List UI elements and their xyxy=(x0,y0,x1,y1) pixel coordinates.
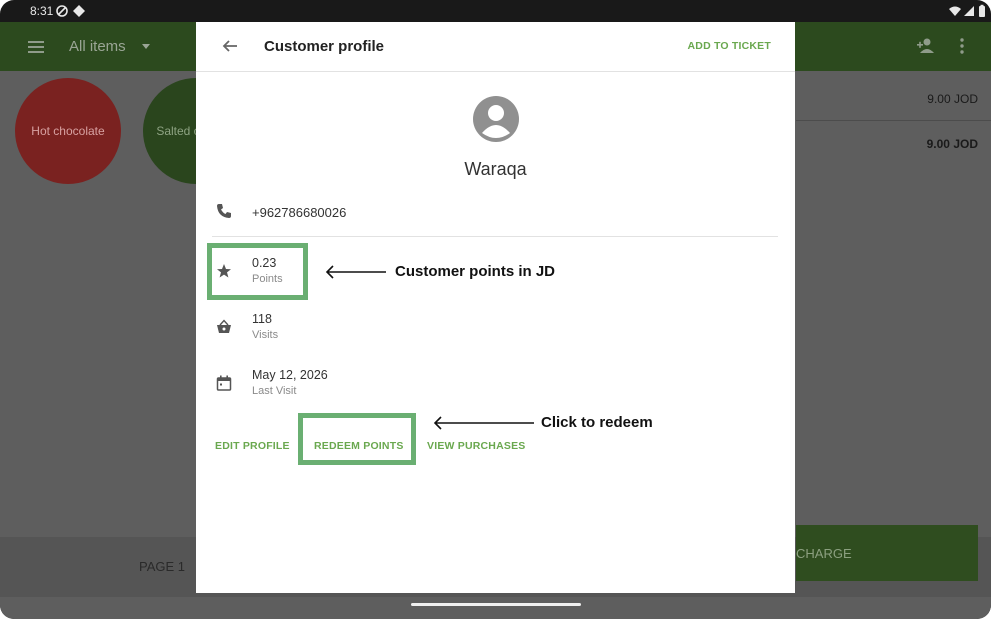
customer-name: Waraqa xyxy=(464,159,527,179)
ticket-total: 9.00 JOD xyxy=(926,137,978,151)
more-vert-icon xyxy=(960,38,964,54)
points-annotation: Customer points in JD xyxy=(395,263,556,280)
item-tile: Hot chocolate xyxy=(15,78,121,184)
annotation-arrow-left-icon xyxy=(325,265,386,279)
last-visit-value: May 12, 2026 xyxy=(252,368,328,382)
calendar-icon xyxy=(216,375,232,391)
home-indicator[interactable] xyxy=(411,603,581,606)
add-to-ticket-button[interactable]: ADD TO TICKET xyxy=(688,40,772,52)
background-title: All items xyxy=(69,38,126,55)
last-visit-label: Last Visit xyxy=(252,385,297,397)
charge-button: CHARGE xyxy=(796,525,978,581)
edit-profile-button[interactable]: EDIT PROFILE xyxy=(215,440,290,452)
status-time: 8:31 xyxy=(30,4,54,18)
diamond-icon xyxy=(73,5,85,17)
visits-value: 118 xyxy=(252,312,272,326)
page-label: PAGE 1 xyxy=(139,559,186,574)
account-circle-icon xyxy=(473,96,519,142)
arrow-back-icon[interactable] xyxy=(222,38,238,54)
add-person-icon xyxy=(917,38,934,53)
device-frame: 8:31 All items Hot chocolate Salted 9.00… xyxy=(0,0,991,619)
status-bar: 8:31 xyxy=(0,0,991,22)
divider xyxy=(212,236,778,237)
charge-label: CHARGE xyxy=(796,545,852,561)
item-tile-label: Hot chocolate xyxy=(31,124,105,138)
points-highlight-box xyxy=(207,243,308,300)
customer-phone: +962786680026 xyxy=(252,205,347,220)
ticket-price: 9.00 JOD xyxy=(927,92,978,106)
annotation-arrow-left-icon xyxy=(433,416,534,430)
view-purchases-button[interactable]: VIEW PURCHASES xyxy=(427,440,525,452)
signal-icon xyxy=(964,6,974,16)
dialog-title: Customer profile xyxy=(264,38,385,55)
phone-icon xyxy=(217,204,231,218)
visits-label: Visits xyxy=(252,329,279,341)
shield-icon xyxy=(56,5,68,17)
redeem-annotation: Click to redeem xyxy=(541,414,653,431)
redeem-highlight-box xyxy=(298,413,416,465)
chevron-down-icon xyxy=(142,44,150,49)
ticket-divider xyxy=(796,120,991,121)
dialog-header: Customer profile ADD TO TICKET xyxy=(196,22,795,72)
menu-icon xyxy=(28,41,44,56)
wifi-icon xyxy=(949,6,961,16)
customer-profile-dialog: Customer profile ADD TO TICKET Waraqa +9… xyxy=(196,22,795,593)
battery-icon xyxy=(979,4,985,17)
shopping-basket-icon xyxy=(217,319,231,333)
